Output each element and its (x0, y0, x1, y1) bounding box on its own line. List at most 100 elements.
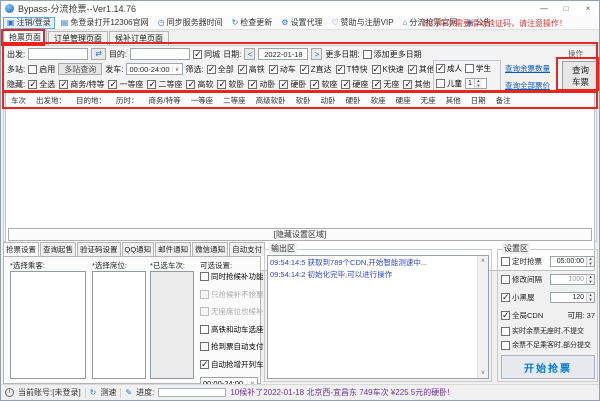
option-checkbox[interactable]: 抢到票自动支付 (200, 341, 260, 352)
seat-type-checkbox[interactable]: 其他 (403, 79, 430, 90)
from-station-input[interactable] (28, 48, 88, 60)
timed-grab-time-stepper[interactable]: 05:00:00 ▴ ▾ (550, 256, 595, 267)
seat-type-checkbox[interactable]: 软座 (310, 79, 337, 90)
seat-type-checkbox[interactable]: 硬卧 (279, 79, 306, 90)
seat-type-checkbox[interactable]: 一等座 (108, 79, 143, 90)
option-checkbox[interactable]: 无座席位也候补 (200, 306, 260, 317)
query-all-price-link[interactable]: 查询全部票价 (505, 80, 550, 91)
spinner-buttons[interactable]: ▴ ▾ (586, 257, 594, 266)
option-checkbox[interactable]: 同时抢候补功能 (200, 271, 260, 282)
child-count-stepper[interactable]: 1 ▴ ▾ (465, 78, 487, 89)
minimize-button[interactable]: — (533, 1, 555, 16)
seat-type-checkbox[interactable]: 全选 (28, 79, 55, 90)
table-column-header[interactable]: 软卧 (291, 95, 316, 106)
seat-type-checkbox[interactable]: 软卧 (217, 79, 244, 90)
selected-train-listbox[interactable] (150, 271, 194, 379)
to-station-input[interactable] (130, 48, 190, 60)
menu-item[interactable]: ↻ 检查更新 (229, 17, 276, 29)
close-button[interactable]: × (577, 1, 599, 16)
table-column-header[interactable]: 其他 (441, 95, 466, 106)
settings-tab[interactable]: 微信通知 (192, 242, 228, 256)
passenger-listbox[interactable] (10, 271, 86, 379)
table-column-header[interactable]: 目的地： (71, 95, 111, 106)
speed-test-label[interactable]: 测速 (100, 387, 116, 398)
table-column-header[interactable]: 备注 (491, 95, 516, 106)
query-ticket-button[interactable]: 查询车票 (562, 61, 599, 91)
spinner-down-icon[interactable]: ▾ (475, 84, 482, 89)
timed-grab-checkbox[interactable]: 定时抢票 (501, 256, 550, 267)
table-column-header[interactable]: 动卧 (316, 95, 341, 106)
maximize-button[interactable]: □ (555, 1, 577, 16)
scroll-up-icon[interactable]: ∧ (478, 256, 488, 266)
settings-tab[interactable]: 验证码设置 (77, 242, 121, 256)
settings-tab[interactable]: 自动支付 (229, 242, 265, 256)
menu-item[interactable]: ⚙ 设置代理 (278, 17, 325, 29)
student-checkbox[interactable]: 学生 (465, 63, 491, 74)
settings-tab[interactable]: 抢票设置 (3, 242, 39, 256)
settings-tab[interactable]: 邮件通知 (155, 242, 191, 256)
option-checkbox[interactable]: 自动抢增开列车 (200, 359, 260, 370)
seat-type-checkbox[interactable]: 动卧 (248, 79, 275, 90)
main-tab[interactable]: 订单管理页面 (48, 31, 108, 45)
scroll-down-icon[interactable]: ∨ (478, 368, 488, 378)
seat-type-checkbox[interactable]: 商务/特等 (59, 79, 104, 90)
start-grab-button[interactable]: 开始抢票 (501, 355, 595, 379)
global-cdn-checkbox[interactable]: 全局CDN (501, 310, 564, 321)
multi-station-enable-checkbox[interactable]: 启用 (28, 64, 55, 75)
main-tab[interactable]: 抢票页面 (3, 30, 47, 45)
query-seat-count-link[interactable]: 查询余票数量 (505, 63, 550, 74)
date-field[interactable]: 2022-01-18 (258, 48, 308, 60)
blackroom-stepper[interactable]: 120 ▴ ▾ (550, 292, 595, 303)
table-column-header[interactable]: 一等座 (186, 95, 219, 106)
train-type-checkbox[interactable]: K快速 (372, 64, 404, 75)
seat-type-checkbox[interactable]: 硬座 (341, 79, 368, 90)
seat-type-checkbox[interactable]: 无座 (372, 79, 399, 90)
table-column-header[interactable]: 硬卧 (341, 95, 366, 106)
train-type-checkbox[interactable]: 高铁 (238, 64, 265, 75)
table-column-header[interactable]: 软座 (366, 95, 391, 106)
train-type-checkbox[interactable]: 其他 (408, 64, 435, 75)
seat-type-checkbox[interactable]: 二等座 (147, 79, 182, 90)
add-more-dates-checkbox[interactable]: 添加更多日期 (363, 49, 422, 60)
prev-date-button[interactable]: < (244, 48, 255, 60)
child-checkbox[interactable]: 儿童 (436, 78, 462, 89)
interval-stepper[interactable]: 1000 ▴ ▾ (550, 274, 595, 285)
settings-tab[interactable]: 查询起售 (40, 242, 76, 256)
option-checkbox[interactable]: 高铁和动车选座 (200, 324, 260, 335)
menu-item[interactable]: ♡ 赞助与注册VIP (328, 17, 396, 29)
train-type-checkbox[interactable]: 动车 (269, 64, 296, 75)
no-seat-no-submit-checkbox[interactable]: 实时余票无座时,不提交 (501, 326, 595, 336)
seat-listbox[interactable] (92, 271, 146, 379)
table-column-header[interactable]: 车次 (6, 95, 31, 106)
table-column-header[interactable]: 历时： (111, 95, 144, 106)
table-column-header[interactable]: 商务/特等 (144, 95, 186, 106)
table-column-header[interactable]: 硬座 (391, 95, 416, 106)
swap-stations-button[interactable]: ⇄ (91, 48, 106, 60)
next-date-button[interactable]: > (311, 48, 322, 60)
main-tab[interactable]: 候补订单页面 (109, 31, 169, 45)
train-type-checkbox[interactable]: 全部 (207, 64, 234, 75)
menu-item[interactable]: ◷ 同步服务器时间 (155, 17, 226, 29)
spinner-buttons[interactable]: ▴ ▾ (586, 293, 594, 302)
spinner-buttons[interactable]: ▴ ▾ (474, 79, 482, 88)
menu-item[interactable]: ▣ 注销/登录 (3, 17, 55, 29)
table-column-header[interactable]: 出发地： (31, 95, 71, 106)
depart-time-select[interactable]: 00:00-24:00 ∨ (126, 63, 182, 75)
spinner-buttons[interactable]: ▴ ▾ (586, 275, 594, 284)
blackroom-checkbox[interactable]: 小黑屋 (501, 292, 550, 303)
menu-item[interactable]: ▤ 免登录打开12306官网 (58, 17, 152, 29)
option-checkbox[interactable]: 只抢候补不抢票 (200, 289, 260, 300)
settings-tab[interactable]: QQ通知 (122, 242, 155, 256)
table-column-header[interactable]: 高级软卧 (251, 95, 291, 106)
adult-checkbox[interactable]: 成人 (436, 63, 462, 74)
multi-station-query-button[interactable]: 多站查询 (58, 63, 102, 75)
interval-checkbox[interactable]: 修改间隔 (501, 274, 550, 285)
spinner-down-icon[interactable]: ▾ (587, 298, 594, 303)
output-scrollbar[interactable]: ∧ ∨ (477, 256, 488, 378)
partial-submit-checkbox[interactable]: 余票不足乘客时,部分提交 (501, 340, 595, 350)
train-type-checkbox[interactable]: Z直达 (300, 64, 332, 75)
table-column-header[interactable]: 无座 (416, 95, 441, 106)
same-city-checkbox[interactable]: 同城 (193, 49, 220, 60)
spinner-down-icon[interactable]: ▾ (587, 280, 594, 285)
spinner-down-icon[interactable]: ▾ (587, 262, 594, 267)
